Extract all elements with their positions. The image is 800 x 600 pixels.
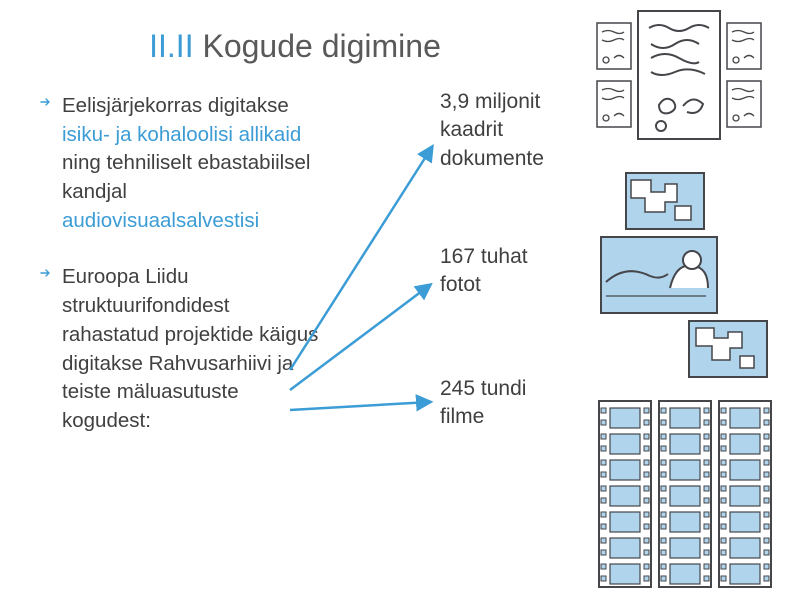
document-illustration-left-1 (596, 22, 632, 70)
photo-illustration-1 (625, 172, 705, 230)
document-illustration-right-2 (726, 80, 762, 128)
bullet-list: Eelisjärjekorras digitakse isiku- ja koh… (40, 92, 320, 464)
stat-documents-l1: 3,9 miljonit (440, 90, 540, 113)
stat-documents: 3,9 miljonit kaadrit dokumente (440, 88, 610, 173)
film-strip-3 (718, 400, 772, 588)
title-rest: Kogude digimine (194, 28, 441, 64)
document-illustration-center (637, 10, 721, 140)
bullet-arrow-icon (40, 267, 52, 279)
stat-films-l1: 245 tundi (440, 377, 526, 400)
slide-title: II.II Kogude digimine (0, 28, 590, 65)
document-illustration-left-2 (596, 80, 632, 128)
bullet-1-hl1: isiku- ja kohaloolisi allikaid (62, 123, 301, 146)
bullet-2-text: Euroopa Liidu struktuurifondidest rahast… (62, 265, 318, 431)
bullet-1: Eelisjärjekorras digitakse isiku- ja koh… (40, 92, 320, 235)
stat-photos: 167 tuhat fotot (440, 243, 610, 300)
stat-photos-l2: fotot (440, 273, 481, 296)
stat-photos-l1: 167 tuhat (440, 245, 528, 268)
title-prefix: II.II (149, 28, 193, 64)
film-strip-1 (598, 400, 652, 588)
film-strip-2 (658, 400, 712, 588)
photo-illustration-3 (688, 320, 768, 378)
bullet-arrow-icon (40, 96, 52, 108)
stat-documents-l3: dokumente (440, 147, 544, 170)
bullet-2: Euroopa Liidu struktuurifondidest rahast… (40, 263, 320, 435)
stat-films-l2: filme (440, 405, 484, 428)
bullet-1-mid: ning tehniliselt ebastabiilsel kandjal (62, 151, 310, 203)
bullet-1-pre: Eelisjärjekorras digitakse (62, 94, 289, 117)
document-illustration-right-1 (726, 22, 762, 70)
stat-films: 245 tundi filme (440, 375, 610, 432)
stat-documents-l2: kaadrit (440, 118, 503, 141)
bullet-1-hl2: audiovisuaalsalvestisi (62, 209, 259, 232)
photo-illustration-2 (600, 236, 718, 314)
slide: II.II Kogude digimine Eelisjärjekorras d… (0, 0, 800, 600)
